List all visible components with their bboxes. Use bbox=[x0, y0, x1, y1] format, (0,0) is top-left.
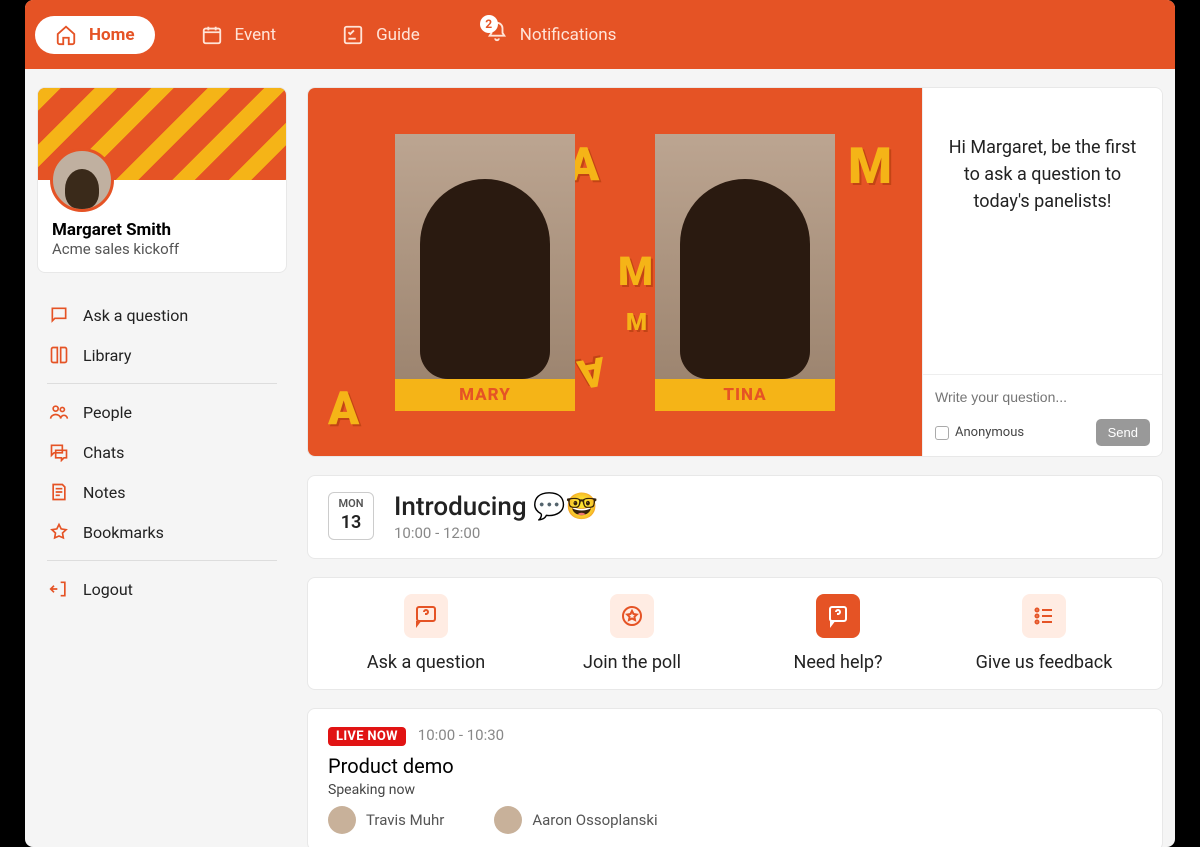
decor-letter: A bbox=[574, 347, 609, 398]
profile-subtitle: Acme sales kickoff bbox=[52, 240, 272, 258]
profile-card[interactable]: Margaret Smith Acme sales kickoff bbox=[37, 87, 287, 273]
people-icon bbox=[49, 402, 69, 422]
nav-event[interactable]: Event bbox=[181, 16, 297, 54]
nav-guide[interactable]: Guide bbox=[322, 16, 440, 54]
send-button[interactable]: Send bbox=[1096, 419, 1150, 446]
sidebar-item-logout[interactable]: Logout bbox=[47, 569, 277, 609]
action-poll[interactable]: Join the poll bbox=[534, 594, 730, 673]
action-label: Ask a question bbox=[367, 652, 485, 673]
divider bbox=[47, 383, 277, 384]
home-icon bbox=[55, 24, 77, 46]
hero-stage: A A A M M M MARY TINA bbox=[308, 88, 922, 456]
sidebar-item-label: Chats bbox=[83, 443, 124, 462]
date-dom: 13 bbox=[329, 512, 373, 533]
anonymous-toggle[interactable]: Anonymous bbox=[935, 425, 1024, 440]
anonymous-label: Anonymous bbox=[955, 425, 1024, 440]
star-icon bbox=[49, 522, 69, 542]
top-nav: Home Event Guide 2 Notifications bbox=[25, 0, 1175, 69]
action-feedback[interactable]: Give us feedback bbox=[946, 594, 1142, 673]
logout-icon bbox=[49, 579, 69, 599]
nav-notifications-label: Notifications bbox=[520, 25, 617, 45]
checkbox-icon bbox=[935, 426, 949, 440]
sidebar-item-people[interactable]: People bbox=[47, 392, 277, 432]
live-badge: LIVE NOW bbox=[328, 727, 406, 746]
nav-event-label: Event bbox=[235, 25, 277, 45]
sidebar-item-ask[interactable]: Ask a question bbox=[47, 295, 277, 335]
action-help[interactable]: Need help? bbox=[740, 594, 936, 673]
speaker-item[interactable]: Travis Muhr bbox=[328, 806, 444, 834]
nav-home[interactable]: Home bbox=[35, 16, 155, 54]
panelist-card: MARY bbox=[395, 134, 575, 411]
action-label: Need help? bbox=[794, 652, 883, 673]
session-card[interactable]: MON 13 Introducing 💬🤓 10:00 - 12:00 bbox=[307, 475, 1163, 559]
profile-name: Margaret Smith bbox=[52, 220, 272, 240]
star-circle-icon bbox=[610, 594, 654, 638]
action-label: Give us feedback bbox=[976, 652, 1113, 673]
notes-icon bbox=[49, 482, 69, 502]
nav-notifications[interactable]: 2 Notifications bbox=[466, 13, 637, 56]
decor-letter: M bbox=[618, 248, 653, 295]
profile-banner bbox=[38, 88, 286, 180]
sidebar-item-notes[interactable]: Notes bbox=[47, 472, 277, 512]
sidebar-item-label: Bookmarks bbox=[83, 523, 164, 542]
decor-letter: M bbox=[626, 308, 647, 336]
chat-icon bbox=[49, 305, 69, 325]
notification-badge: 2 bbox=[480, 15, 498, 33]
date-chip: MON 13 bbox=[328, 492, 374, 540]
help-icon bbox=[816, 594, 860, 638]
panelist-portrait bbox=[395, 134, 575, 379]
sidebar: Margaret Smith Acme sales kickoff Ask a … bbox=[37, 87, 287, 847]
nav-guide-label: Guide bbox=[376, 25, 420, 45]
decor-letter: A bbox=[328, 382, 359, 436]
question-prompt: Hi Margaret, be the first to ask a quest… bbox=[923, 88, 1162, 374]
hero-panel: A A A M M M MARY TINA Hi Ma bbox=[307, 87, 1163, 457]
live-title: Product demo bbox=[328, 754, 1142, 778]
panelist-name: TINA bbox=[655, 379, 835, 411]
main-content: A A A M M M MARY TINA Hi Ma bbox=[307, 87, 1163, 847]
panelist-name: MARY bbox=[395, 379, 575, 411]
sidebar-item-label: Logout bbox=[83, 580, 133, 599]
sidebar-item-label: Notes bbox=[83, 483, 126, 502]
checklist-icon bbox=[342, 24, 364, 46]
action-ask[interactable]: Ask a question bbox=[328, 594, 524, 673]
sidebar-item-bookmarks[interactable]: Bookmarks bbox=[47, 512, 277, 552]
sidebar-item-chats[interactable]: Chats bbox=[47, 432, 277, 472]
list-icon bbox=[1022, 594, 1066, 638]
chats-icon bbox=[49, 442, 69, 462]
live-card[interactable]: LIVE NOW 10:00 - 10:30 Product demo Spea… bbox=[307, 708, 1163, 847]
sidebar-item-label: Library bbox=[83, 346, 131, 365]
panelist-card: TINA bbox=[655, 134, 835, 411]
question-icon bbox=[404, 594, 448, 638]
avatar bbox=[50, 148, 114, 212]
calendar-icon bbox=[201, 24, 223, 46]
question-input[interactable] bbox=[935, 385, 1150, 409]
speaker-name: Aaron Ossoplanski bbox=[532, 811, 657, 829]
app-window: Home Event Guide 2 Notifications bbox=[25, 0, 1175, 847]
session-title: Introducing 💬🤓 bbox=[394, 492, 598, 522]
speaker-name: Travis Muhr bbox=[366, 811, 444, 829]
book-icon bbox=[49, 345, 69, 365]
action-grid: Ask a question Join the poll Need help? bbox=[307, 577, 1163, 690]
sidebar-item-label: People bbox=[83, 403, 132, 422]
question-panel: Hi Margaret, be the first to ask a quest… bbox=[922, 88, 1162, 456]
sidebar-item-library[interactable]: Library bbox=[47, 335, 277, 375]
live-time: 10:00 - 10:30 bbox=[418, 726, 504, 744]
divider bbox=[47, 560, 277, 561]
speaking-label: Speaking now bbox=[328, 782, 1142, 798]
sidebar-item-label: Ask a question bbox=[83, 306, 188, 325]
session-time: 10:00 - 12:00 bbox=[394, 524, 598, 542]
action-label: Join the poll bbox=[583, 652, 681, 673]
nav-home-label: Home bbox=[89, 25, 135, 45]
speaker-avatar bbox=[328, 806, 356, 834]
speaker-item[interactable]: Aaron Ossoplanski bbox=[494, 806, 657, 834]
speaker-avatar bbox=[494, 806, 522, 834]
decor-letter: M bbox=[848, 138, 892, 196]
date-dow: MON bbox=[329, 497, 373, 510]
panelist-portrait bbox=[655, 134, 835, 379]
